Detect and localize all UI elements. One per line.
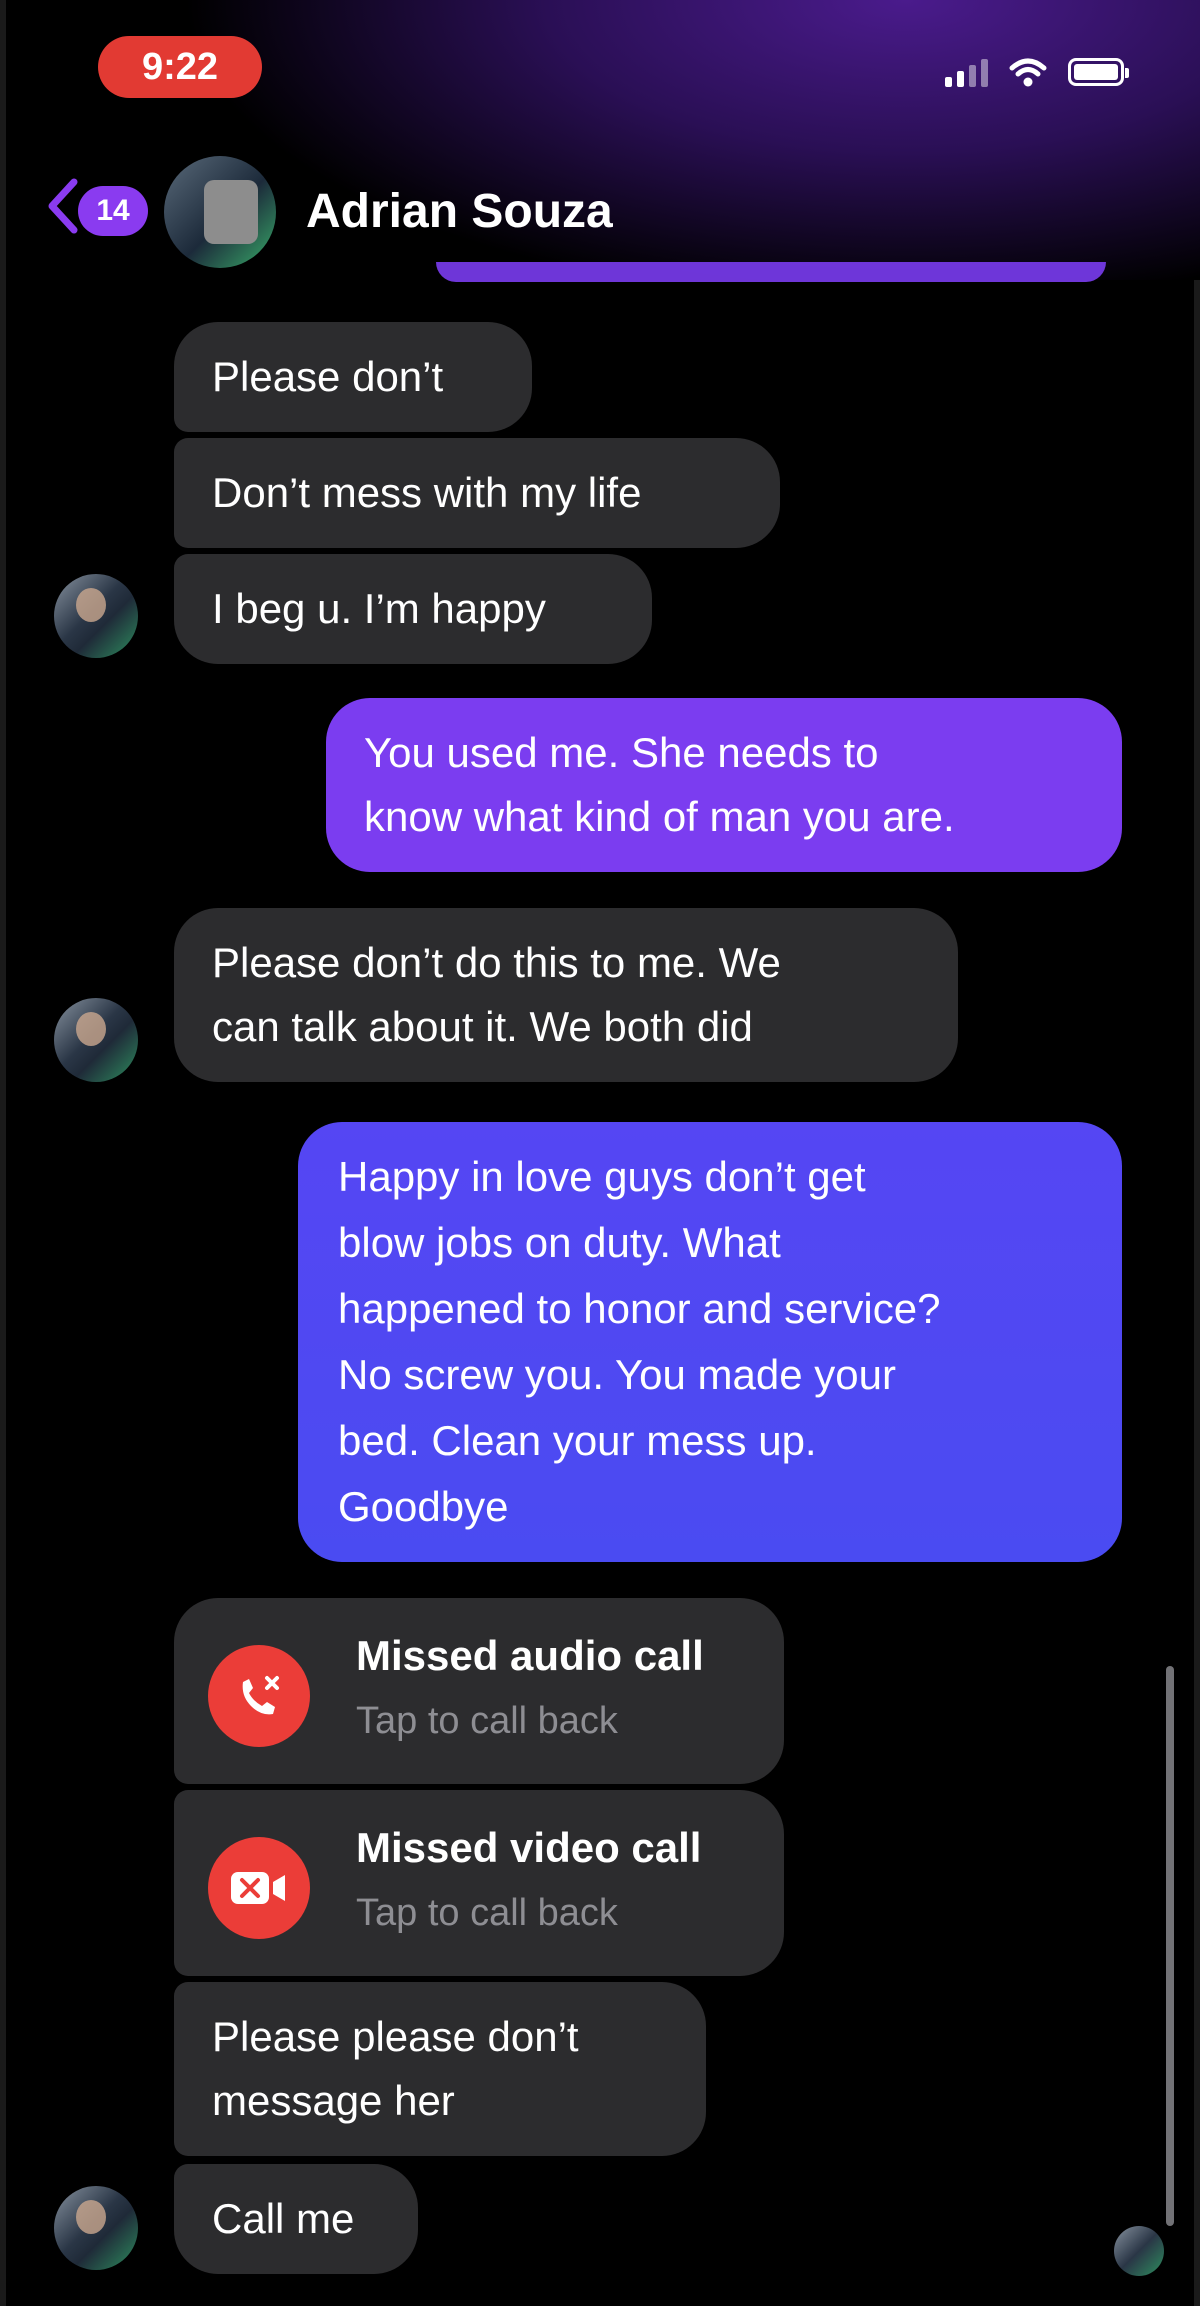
- call-title: Missed video call: [356, 1824, 702, 1871]
- call-title: Missed audio call: [356, 1632, 704, 1679]
- sender-avatar[interactable]: [54, 574, 138, 658]
- message-text-line: message her: [212, 2077, 455, 2124]
- sender-avatar[interactable]: [54, 2186, 138, 2270]
- message-text-line: know what kind of man you are.: [364, 793, 955, 840]
- read-receipt-avatar: [1114, 2226, 1164, 2276]
- chat-screen: 9:22 14 Adrian Souza Please don’t Don’t …: [0, 0, 1200, 2306]
- message-bubble-incoming[interactable]: Please please don’t message her: [174, 1982, 706, 2156]
- missed-audio-call-card[interactable]: Missed audio call Tap to call back: [174, 1598, 784, 1784]
- message-text-line: blow jobs on duty. What: [338, 1219, 781, 1266]
- contact-avatar[interactable]: [164, 156, 276, 268]
- call-back-link[interactable]: Tap to call back: [356, 1892, 618, 1935]
- missed-phone-icon: [208, 1645, 310, 1747]
- message-text: I beg u. I’m happy: [212, 585, 546, 632]
- message-text-line: Happy in love guys don’t get: [338, 1153, 866, 1200]
- message-bubble-incoming[interactable]: Call me: [174, 2164, 418, 2274]
- message-text-line: Goodbye: [338, 1483, 509, 1530]
- message-bubble-outgoing[interactable]: Happy in love guys don’t get blow jobs o…: [298, 1122, 1122, 1562]
- call-back-link[interactable]: Tap to call back: [356, 1700, 618, 1743]
- battery-icon: [1068, 58, 1129, 86]
- message-text-line: bed. Clean your mess up.: [338, 1417, 817, 1464]
- missed-video-icon: [208, 1837, 310, 1939]
- message-bubble-incoming[interactable]: Please don’t do this to me. We can talk …: [174, 908, 958, 1082]
- message-text: Call me: [212, 2195, 355, 2242]
- unread-count-badge[interactable]: 14: [78, 186, 148, 236]
- message-text: Please don’t: [212, 353, 444, 400]
- message-text-line: Please don’t do this to me. We: [212, 939, 781, 986]
- message-bubble-incoming[interactable]: Please don’t: [174, 322, 532, 432]
- contact-name[interactable]: Adrian Souza: [306, 184, 613, 239]
- message-text-line: You used me. She needs to: [364, 729, 879, 776]
- previous-message-edge: [436, 262, 1106, 282]
- wifi-icon: [1009, 58, 1047, 87]
- message-bubble-incoming[interactable]: Don’t mess with my life: [174, 438, 780, 548]
- message-text-line: No screw you. You made your: [338, 1351, 896, 1398]
- scrollbar[interactable]: [1166, 1666, 1174, 2226]
- message-bubble-outgoing[interactable]: You used me. She needs to know what kind…: [326, 698, 1122, 872]
- message-text-line: happened to honor and service?: [338, 1285, 941, 1332]
- cellular-signal-icon: [945, 57, 988, 87]
- message-text-line: Please please don’t: [212, 2013, 579, 2060]
- sender-avatar[interactable]: [54, 998, 138, 1082]
- message-bubble-incoming[interactable]: I beg u. I’m happy: [174, 554, 652, 664]
- message-text: Don’t mess with my life: [212, 469, 642, 516]
- message-text-line: can talk about it. We both did: [212, 1003, 753, 1050]
- back-chevron-icon[interactable]: [42, 176, 82, 236]
- status-icons: [945, 52, 1129, 92]
- status-time: 9:22: [98, 36, 262, 98]
- missed-video-call-card[interactable]: Missed video call Tap to call back: [174, 1790, 784, 1976]
